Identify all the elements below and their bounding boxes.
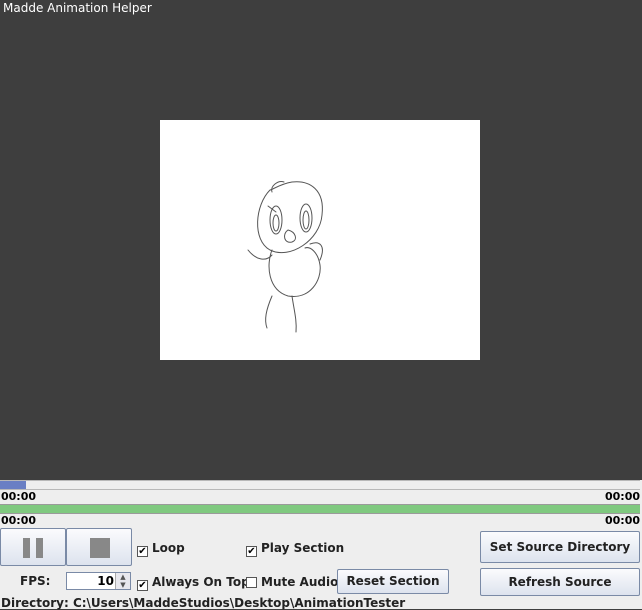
section-end-time: 00:00 (604, 514, 640, 527)
spinner-arrows-icon[interactable]: ▲ ▼ (115, 573, 130, 589)
stop-icon (90, 538, 110, 558)
fps-value[interactable]: 10 (97, 574, 114, 588)
pause-icon (23, 538, 30, 558)
timeline-slider[interactable] (0, 480, 640, 490)
mute-audio-checkbox-box[interactable] (246, 577, 257, 588)
timeline-thumb[interactable] (0, 481, 26, 489)
stick-figure-drawing (247, 181, 323, 333)
pause-button[interactable] (0, 528, 66, 566)
loop-checkbox[interactable]: ✔ Loop (137, 541, 185, 557)
window-title: Madde Animation Helper (3, 1, 152, 15)
always-on-top-label: Always On Top (152, 575, 250, 589)
set-source-directory-button[interactable]: Set Source Directory (480, 531, 640, 563)
mute-audio-label: Mute Audio (261, 575, 339, 589)
loop-checkbox-box[interactable]: ✔ (137, 546, 148, 557)
stop-button[interactable] (66, 528, 132, 566)
animation-frame (160, 120, 480, 360)
timeline-end-time: 00:00 (604, 490, 640, 503)
animation-preview-area (0, 16, 642, 480)
section-start-time: 00:00 (1, 514, 37, 527)
play-section-checkbox-box[interactable]: ✔ (246, 546, 257, 557)
section-progress-bar (0, 504, 640, 514)
pause-icon (36, 538, 43, 558)
play-section-label: Play Section (261, 541, 345, 555)
refresh-source-button[interactable]: Refresh Source (480, 568, 640, 596)
play-section-checkbox[interactable]: ✔ Play Section (246, 541, 344, 557)
directory-path: Directory: C:\Users\MaddeStudios\Desktop… (1, 596, 406, 610)
control-panel: 00:00 00:00 00:00 00:00 ✔ Loop ✔ Play Sect… (0, 480, 642, 610)
fps-spinner[interactable]: 10 ▲ ▼ (66, 572, 131, 590)
always-on-top-checkbox[interactable]: ✔ Always On Top (137, 575, 250, 591)
timeline-current-time: 00:00 (1, 490, 37, 503)
always-on-top-checkbox-box[interactable]: ✔ (137, 580, 148, 591)
mute-audio-checkbox[interactable]: Mute Audio (246, 575, 338, 589)
loop-label: Loop (152, 541, 185, 555)
reset-section-button[interactable]: Reset Section (337, 569, 449, 594)
fps-label: FPS: (20, 574, 51, 588)
